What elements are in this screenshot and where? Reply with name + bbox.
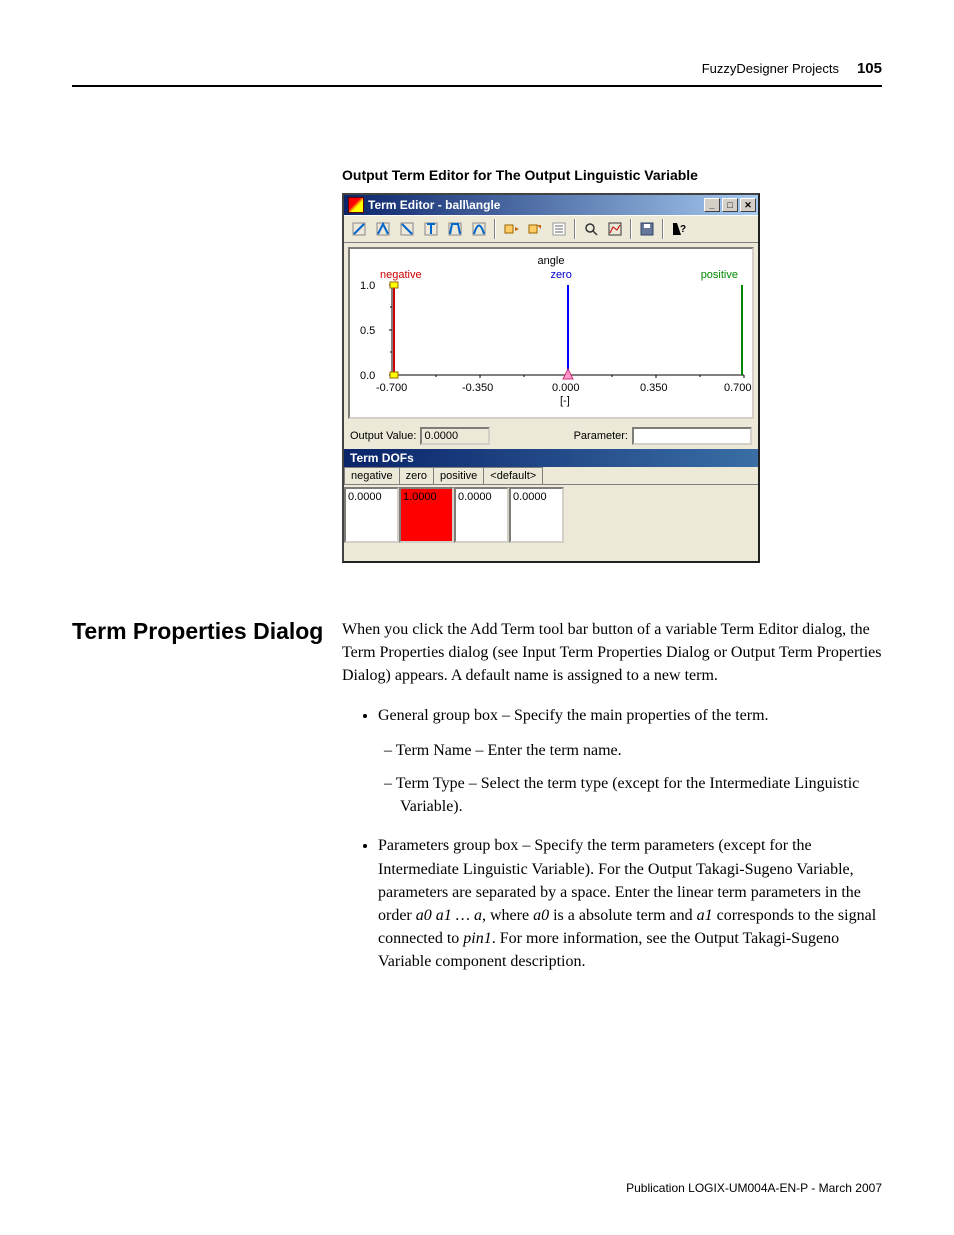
list-icon[interactable] [548,218,570,240]
figure-caption: Output Term Editor for The Output Lingui… [342,167,882,183]
shape4-icon[interactable] [420,218,442,240]
svg-text:0.700: 0.700 [724,382,752,394]
chapter-label: FuzzyDesigner Projects [702,61,839,76]
dash-term-type: Term Type – Select the term type (except… [400,772,882,818]
shape1-icon[interactable] [348,218,370,240]
plot-svg: 1.0 0.5 0.0 -0.700 -0.350 0.000 0.350 0.… [356,281,754,409]
svg-text:0.0: 0.0 [360,370,375,382]
bullet-parameters: Parameters group box – Specify the term … [378,834,882,973]
svg-text:-0.350: -0.350 [462,382,493,394]
app-icon [348,197,364,213]
output-value-field[interactable] [420,427,490,445]
separator [630,219,632,239]
section-body: When you click the Add Term tool bar but… [342,618,882,991]
dofs-cell-default[interactable]: 0.0000 [509,487,564,543]
plot-legend: negative zero positive [350,269,752,281]
titlebar: Term Editor - ball\angle _ □ ✕ [344,195,758,215]
dofs-cell-negative[interactable]: 0.0000 [344,487,399,543]
svg-text:1.0: 1.0 [360,281,375,292]
page-number: 105 [857,60,882,77]
page-footer: Publication LOGIX-UM004A-EN-P - March 20… [626,1181,882,1195]
dofs-tab-positive[interactable]: positive [433,467,484,484]
dash-term-name: Term Name – Enter the term name. [400,739,882,762]
dofs-values: 0.0000 1.0000 0.0000 0.0000 [344,485,758,547]
dofs-cell-positive[interactable]: 0.0000 [454,487,509,543]
separator [662,219,664,239]
dofs-tab-negative[interactable]: negative [344,467,400,484]
maximize-button[interactable]: □ [722,198,738,212]
chart-icon[interactable] [604,218,626,240]
separator [494,219,496,239]
help-icon[interactable]: ? [668,218,690,240]
separator [574,219,576,239]
svg-text:?: ? [680,224,686,235]
plot-axis-title: angle [350,255,752,267]
dofs-header: Term DOFs [344,449,758,467]
edit-term-icon[interactable] [524,218,546,240]
svg-text:0.000: 0.000 [552,382,580,394]
save-icon[interactable] [636,218,658,240]
svg-text:[-]: [-] [560,395,570,407]
parameter-label: Parameter: [574,430,628,442]
output-value-label: Output Value: [350,430,416,442]
dofs-tab-default[interactable]: <default> [483,467,543,484]
close-button[interactable]: ✕ [740,198,756,212]
legend-zero: zero [550,269,571,281]
dofs-cell-zero[interactable]: 1.0000 [399,487,454,543]
svg-text:0.350: 0.350 [640,382,668,394]
svg-text:0.5: 0.5 [360,325,375,337]
page-header: FuzzyDesigner Projects 105 [72,60,882,87]
add-term-icon[interactable] [500,218,522,240]
plot-area: angle negative zero positive 1.0 0.5 0.0… [348,247,754,419]
section-title: Term Properties Dialog [72,618,332,991]
legend-positive: positive [701,269,738,281]
svg-text:-0.700: -0.700 [376,382,407,394]
zoom-icon[interactable] [580,218,602,240]
dofs-tab-zero[interactable]: zero [399,467,434,484]
dofs-tabs: negative zero positive <default> [344,467,758,485]
intro-paragraph: When you click the Add Term tool bar but… [342,618,882,688]
legend-negative: negative [380,269,422,281]
window-title: Term Editor - ball\angle [368,198,704,212]
toolbar: ? [344,215,758,243]
output-row: Output Value: Parameter: [344,423,758,449]
parameter-field[interactable] [632,427,752,445]
dofs-footer [344,547,758,561]
term-editor-window: Term Editor - ball\angle _ □ ✕ ? angle n… [342,193,760,563]
shape3-icon[interactable] [396,218,418,240]
shape5-icon[interactable] [444,218,466,240]
shape6-icon[interactable] [468,218,490,240]
shape2-icon[interactable] [372,218,394,240]
bullet-general: General group box – Specify the main pro… [378,704,882,819]
minimize-button[interactable]: _ [704,198,720,212]
